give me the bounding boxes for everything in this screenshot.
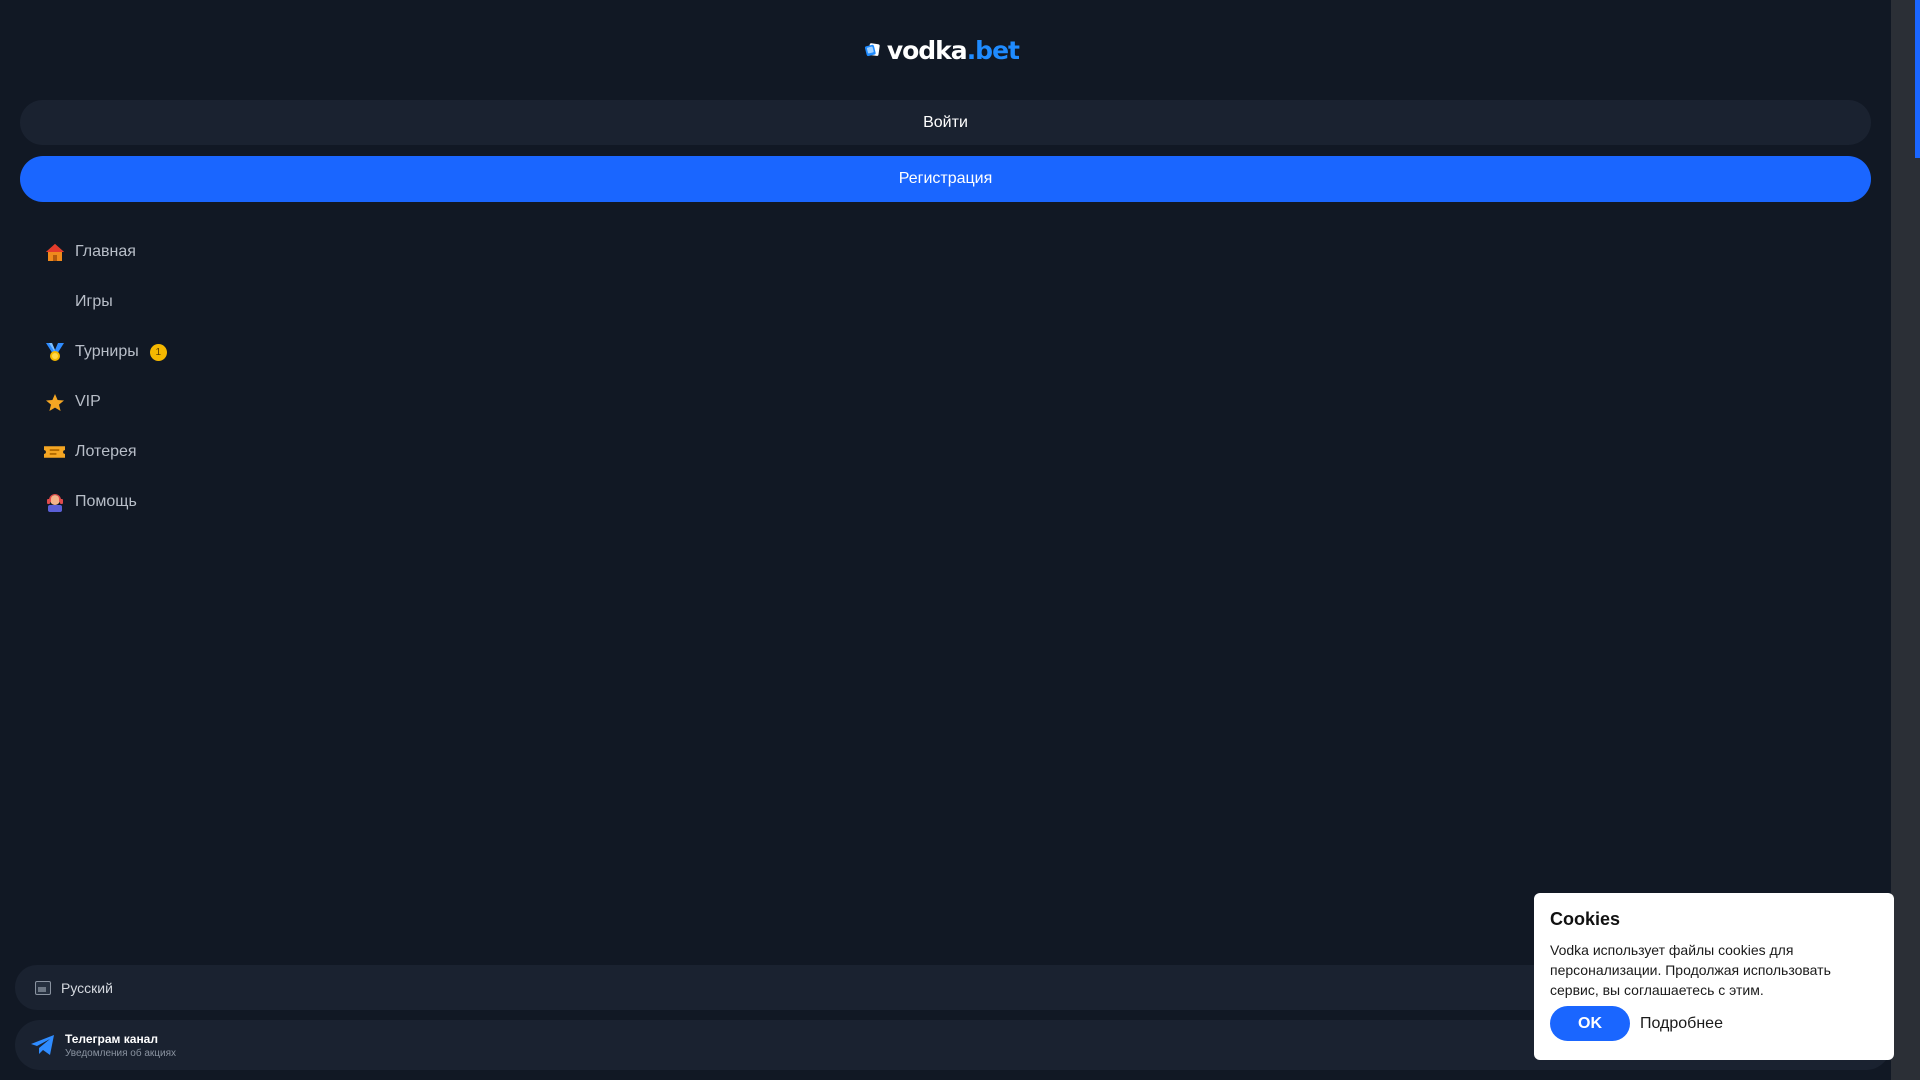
nav-item-label: Помощь xyxy=(75,493,137,510)
scrollbar[interactable] xyxy=(1891,0,1920,1080)
nav-item-label: Турниры xyxy=(75,343,139,360)
nav-item-vip[interactable]: VIP xyxy=(44,377,167,427)
nav-item-home[interactable]: Главная xyxy=(44,227,167,277)
home-icon xyxy=(44,242,65,263)
games-icon xyxy=(44,292,65,313)
logo-icon xyxy=(864,43,880,57)
telegram-text: Телеграм канал Уведомления об акциях xyxy=(65,1032,176,1059)
telegram-icon xyxy=(29,1031,57,1059)
telegram-title: Телеграм канал xyxy=(65,1031,158,1046)
nav-item-games[interactable]: Игры xyxy=(44,277,167,327)
language-flag-icon xyxy=(35,980,51,995)
cookie-title: Cookies xyxy=(1550,909,1621,929)
logo-text-main: vodka xyxy=(886,35,968,65)
nav-item-label: VIP xyxy=(75,393,101,410)
sidebar-nav: Главная Игры Турниры 1 VIP Лотерея Помощ… xyxy=(44,227,167,527)
support-agent-icon xyxy=(44,492,65,513)
scrollbar-thumb[interactable] xyxy=(1915,0,1920,158)
cookie-banner: Cookies Vodka использует файлы cookies д… xyxy=(1534,893,1894,1060)
scrollbar-track[interactable] xyxy=(1891,0,1920,1080)
telegram-subtitle: Уведомления об акциях xyxy=(65,1047,177,1059)
medal-icon xyxy=(44,342,65,363)
page: vodka.bet Войти Регистрация Главная Игры xyxy=(0,0,1920,1080)
register-button[interactable]: Регистрация xyxy=(20,156,1871,202)
nav-item-help[interactable]: Помощь xyxy=(44,477,167,527)
cookie-ok-button[interactable]: OK xyxy=(1550,1006,1630,1041)
login-button[interactable]: Войти xyxy=(20,100,1871,145)
cookie-text: Vodka использует файлы cookies для персо… xyxy=(1550,942,1831,998)
nav-item-tournaments[interactable]: Турниры 1 xyxy=(44,327,167,377)
site-logo[interactable]: vodka.bet xyxy=(864,32,1020,68)
star-icon xyxy=(44,392,65,413)
nav-item-label: Игры xyxy=(75,293,113,310)
tournaments-count-badge: 1 xyxy=(149,343,167,361)
cookie-actions: OK Подробнее xyxy=(1550,1006,1878,1041)
logo-text: vodka.bet xyxy=(886,35,1020,65)
nav-item-label: Лотерея xyxy=(75,443,137,460)
logo-text-accent: .bet xyxy=(966,35,1020,65)
nav-item-lottery[interactable]: Лотерея xyxy=(44,427,167,477)
cookie-more-link[interactable]: Подробнее xyxy=(1640,1015,1723,1033)
language-label: Русский xyxy=(61,979,113,996)
ticket-icon xyxy=(44,442,65,463)
nav-item-label: Главная xyxy=(75,243,136,260)
